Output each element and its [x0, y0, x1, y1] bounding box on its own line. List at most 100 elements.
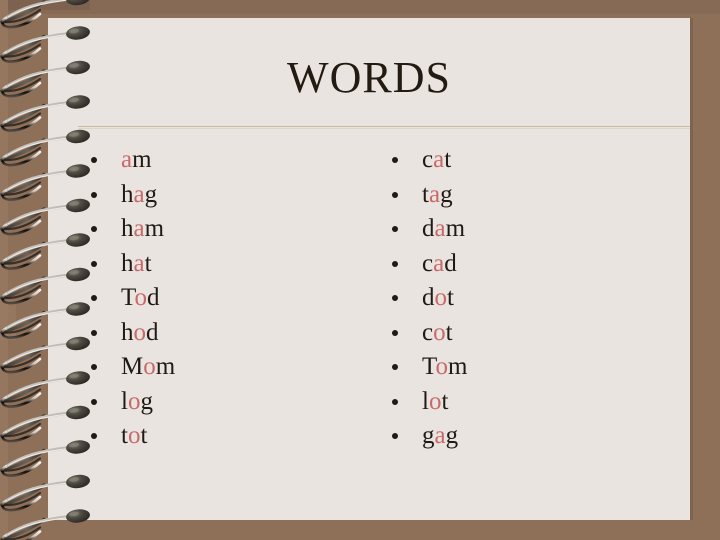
word-plain-letters: t [422, 180, 429, 208]
word-plain-letters: t [441, 387, 449, 415]
word-column-right: cat tag dam cad dot cot Tom lot gag [389, 143, 689, 454]
title-divider-rule-shadow [78, 128, 690, 129]
list-item: log [88, 385, 388, 420]
word-plain-letters: t [140, 422, 148, 449]
word-plain-letters: m [144, 215, 165, 242]
background-left-strip [0, 0, 8, 540]
bullet-icon [91, 433, 97, 440]
word-plain-letters: g [440, 180, 453, 208]
background-left-blotch [0, 300, 16, 340]
word-plain-letters: t [144, 249, 152, 277]
word-text: dam [422, 212, 465, 247]
bullet-icon [91, 260, 97, 267]
word-plain-letters: d [444, 249, 457, 277]
word-columns: am hag ham hat Tod hod Mom log tot cat tag dam cad d… [48, 143, 690, 463]
bullet-icon [392, 226, 398, 233]
bullet-icon [91, 364, 97, 371]
word-plain-letters: g [445, 422, 459, 449]
list-item: hag [88, 178, 388, 213]
notebook-page-shadow [690, 18, 693, 520]
bullet-icon [392, 433, 398, 440]
word-plain-letters: T [422, 353, 436, 380]
page-title: WORDS [287, 53, 451, 102]
bullet-icon [91, 226, 97, 233]
bullet-icon [91, 157, 97, 164]
word-plain-letters: g [140, 387, 153, 415]
bullet-icon [392, 364, 398, 371]
word-plain-letters: c [422, 249, 434, 277]
bullet-icon [91, 295, 97, 302]
word-text: am [121, 143, 152, 178]
word-plain-letters: m [445, 215, 466, 242]
word-text: log [121, 385, 153, 420]
word-text: gag [422, 419, 458, 454]
word-text: hat [121, 247, 152, 282]
bullet-icon [392, 295, 398, 302]
word-plain-letters: l [121, 387, 128, 415]
word-text: ham [121, 212, 164, 247]
list-item: Tom [389, 350, 689, 385]
word-highlight-letter: a [434, 422, 446, 449]
word-plain-letters: h [121, 249, 134, 277]
word-plain-letters: h [121, 318, 134, 346]
word-plain-letters: d [146, 318, 159, 346]
word-highlight-letter: o [134, 284, 148, 311]
word-plain-letters: m [155, 353, 176, 380]
word-highlight-letter: o [133, 318, 147, 346]
list-item: hod [88, 316, 388, 351]
word-plain-letters: c [422, 146, 434, 173]
bullet-icon [392, 398, 398, 405]
word-plain-letters: d [422, 215, 435, 242]
list-item: cot [389, 316, 689, 351]
list-item: cad [389, 247, 689, 282]
bullet-icon [91, 191, 97, 198]
bullet-icon [91, 329, 97, 336]
word-text: cad [422, 247, 457, 282]
list-item: lot [389, 385, 689, 420]
word-column-left: am hag ham hat Tod hod Mom log tot [88, 143, 388, 454]
word-highlight-letter: a [433, 146, 445, 173]
word-text: Mom [121, 350, 175, 385]
list-item: Mom [88, 350, 388, 385]
list-item: Tod [88, 281, 388, 316]
slide-canvas: WORDS am hag ham hat Tod hod Mom log tot cat tag d… [0, 0, 720, 540]
word-text: dot [422, 281, 454, 316]
word-highlight-letter: a [121, 146, 133, 173]
background-top-band [0, 0, 720, 14]
word-plain-letters: d [422, 284, 435, 311]
word-highlight-letter: a [434, 215, 446, 242]
word-text: tot [121, 419, 147, 454]
word-plain-letters: m [132, 146, 152, 173]
title-divider-rule [78, 126, 690, 127]
word-text: hod [121, 316, 159, 351]
word-plain-letters: c [422, 318, 434, 346]
word-text: hag [121, 178, 157, 213]
word-plain-letters: t [447, 284, 454, 311]
word-text: Tod [121, 281, 160, 316]
word-plain-letters: l [422, 387, 429, 415]
word-plain-letters: m [448, 353, 468, 380]
word-highlight-letter: o [143, 353, 156, 380]
bullet-icon [392, 191, 398, 198]
word-text: cot [422, 316, 453, 351]
bullet-icon [392, 260, 398, 267]
word-plain-letters: T [121, 284, 135, 311]
word-plain-letters: g [144, 180, 158, 208]
word-highlight-letter: a [428, 180, 441, 208]
background-top-band-left [0, 0, 90, 10]
word-highlight-letter: a [133, 180, 145, 208]
word-text: Tom [422, 350, 467, 385]
list-item: dam [389, 212, 689, 247]
word-plain-letters: h [121, 180, 134, 208]
list-item: cat [389, 143, 689, 178]
word-plain-letters: M [121, 353, 144, 380]
word-highlight-letter: a [133, 215, 145, 242]
word-text: lot [422, 385, 448, 420]
list-item: tot [88, 419, 388, 454]
word-highlight-letter: a [133, 249, 145, 277]
word-highlight-letter: o [127, 422, 141, 449]
word-text: tag [422, 178, 453, 213]
list-item: am [88, 143, 388, 178]
list-item: hat [88, 247, 388, 282]
word-highlight-letter: a [433, 249, 445, 277]
